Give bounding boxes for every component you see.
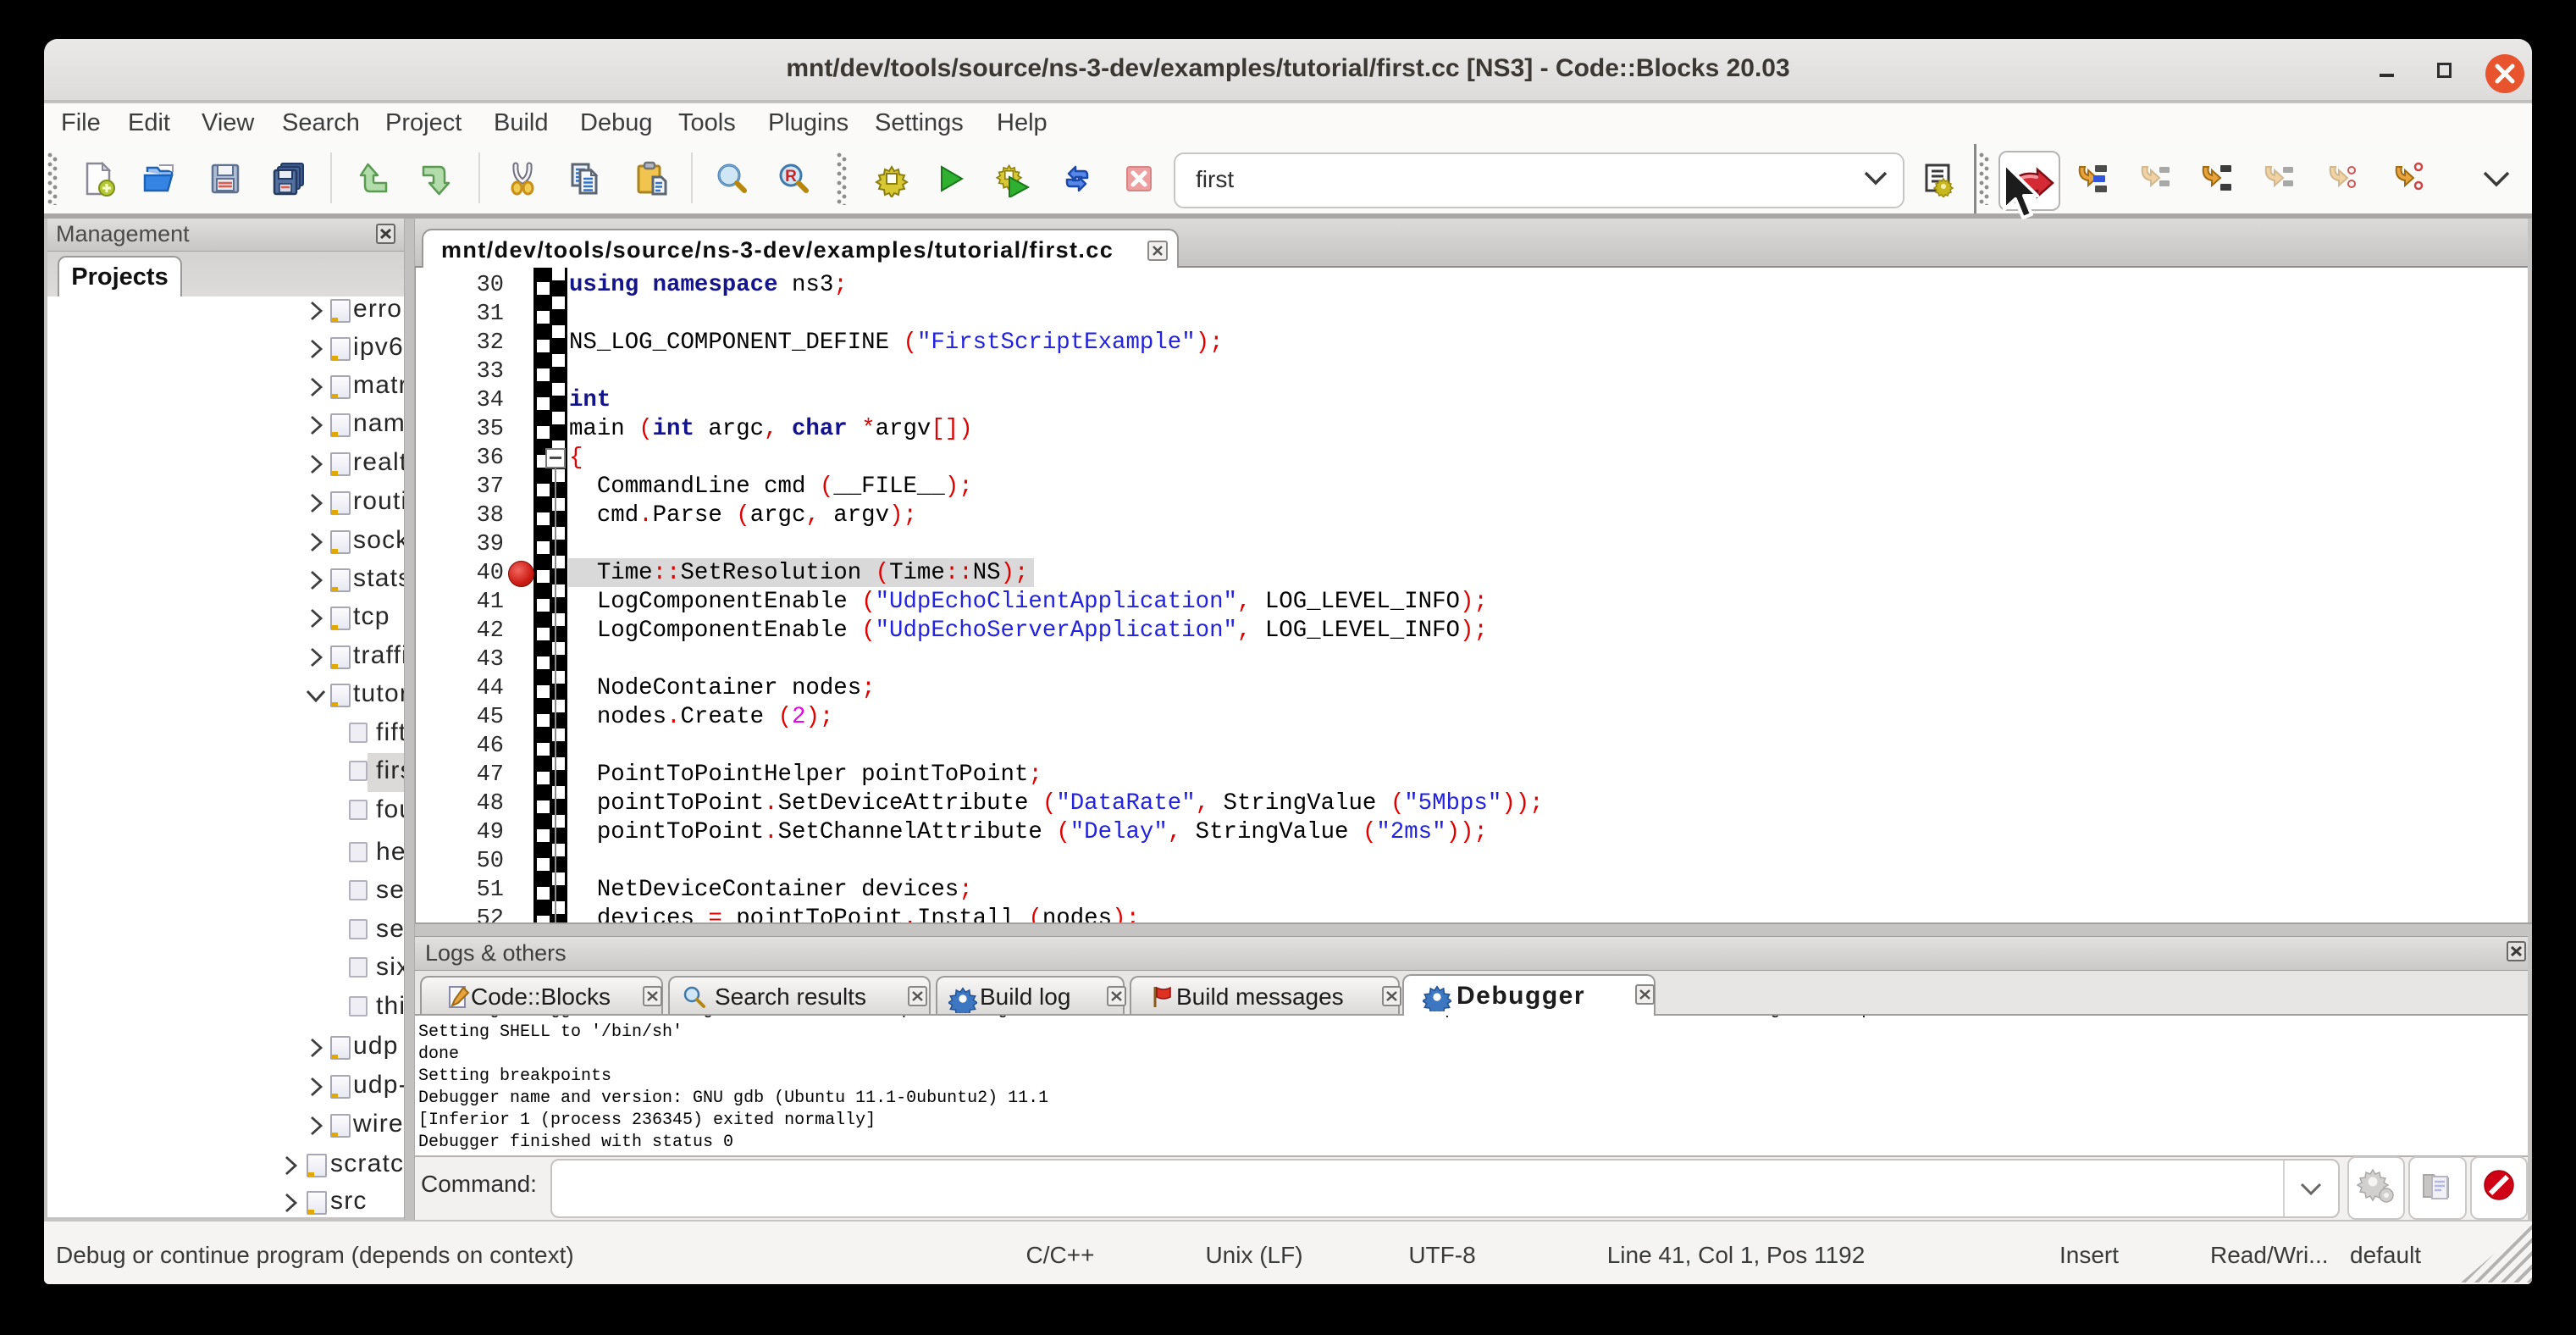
svg-text:R: R	[785, 168, 797, 186]
